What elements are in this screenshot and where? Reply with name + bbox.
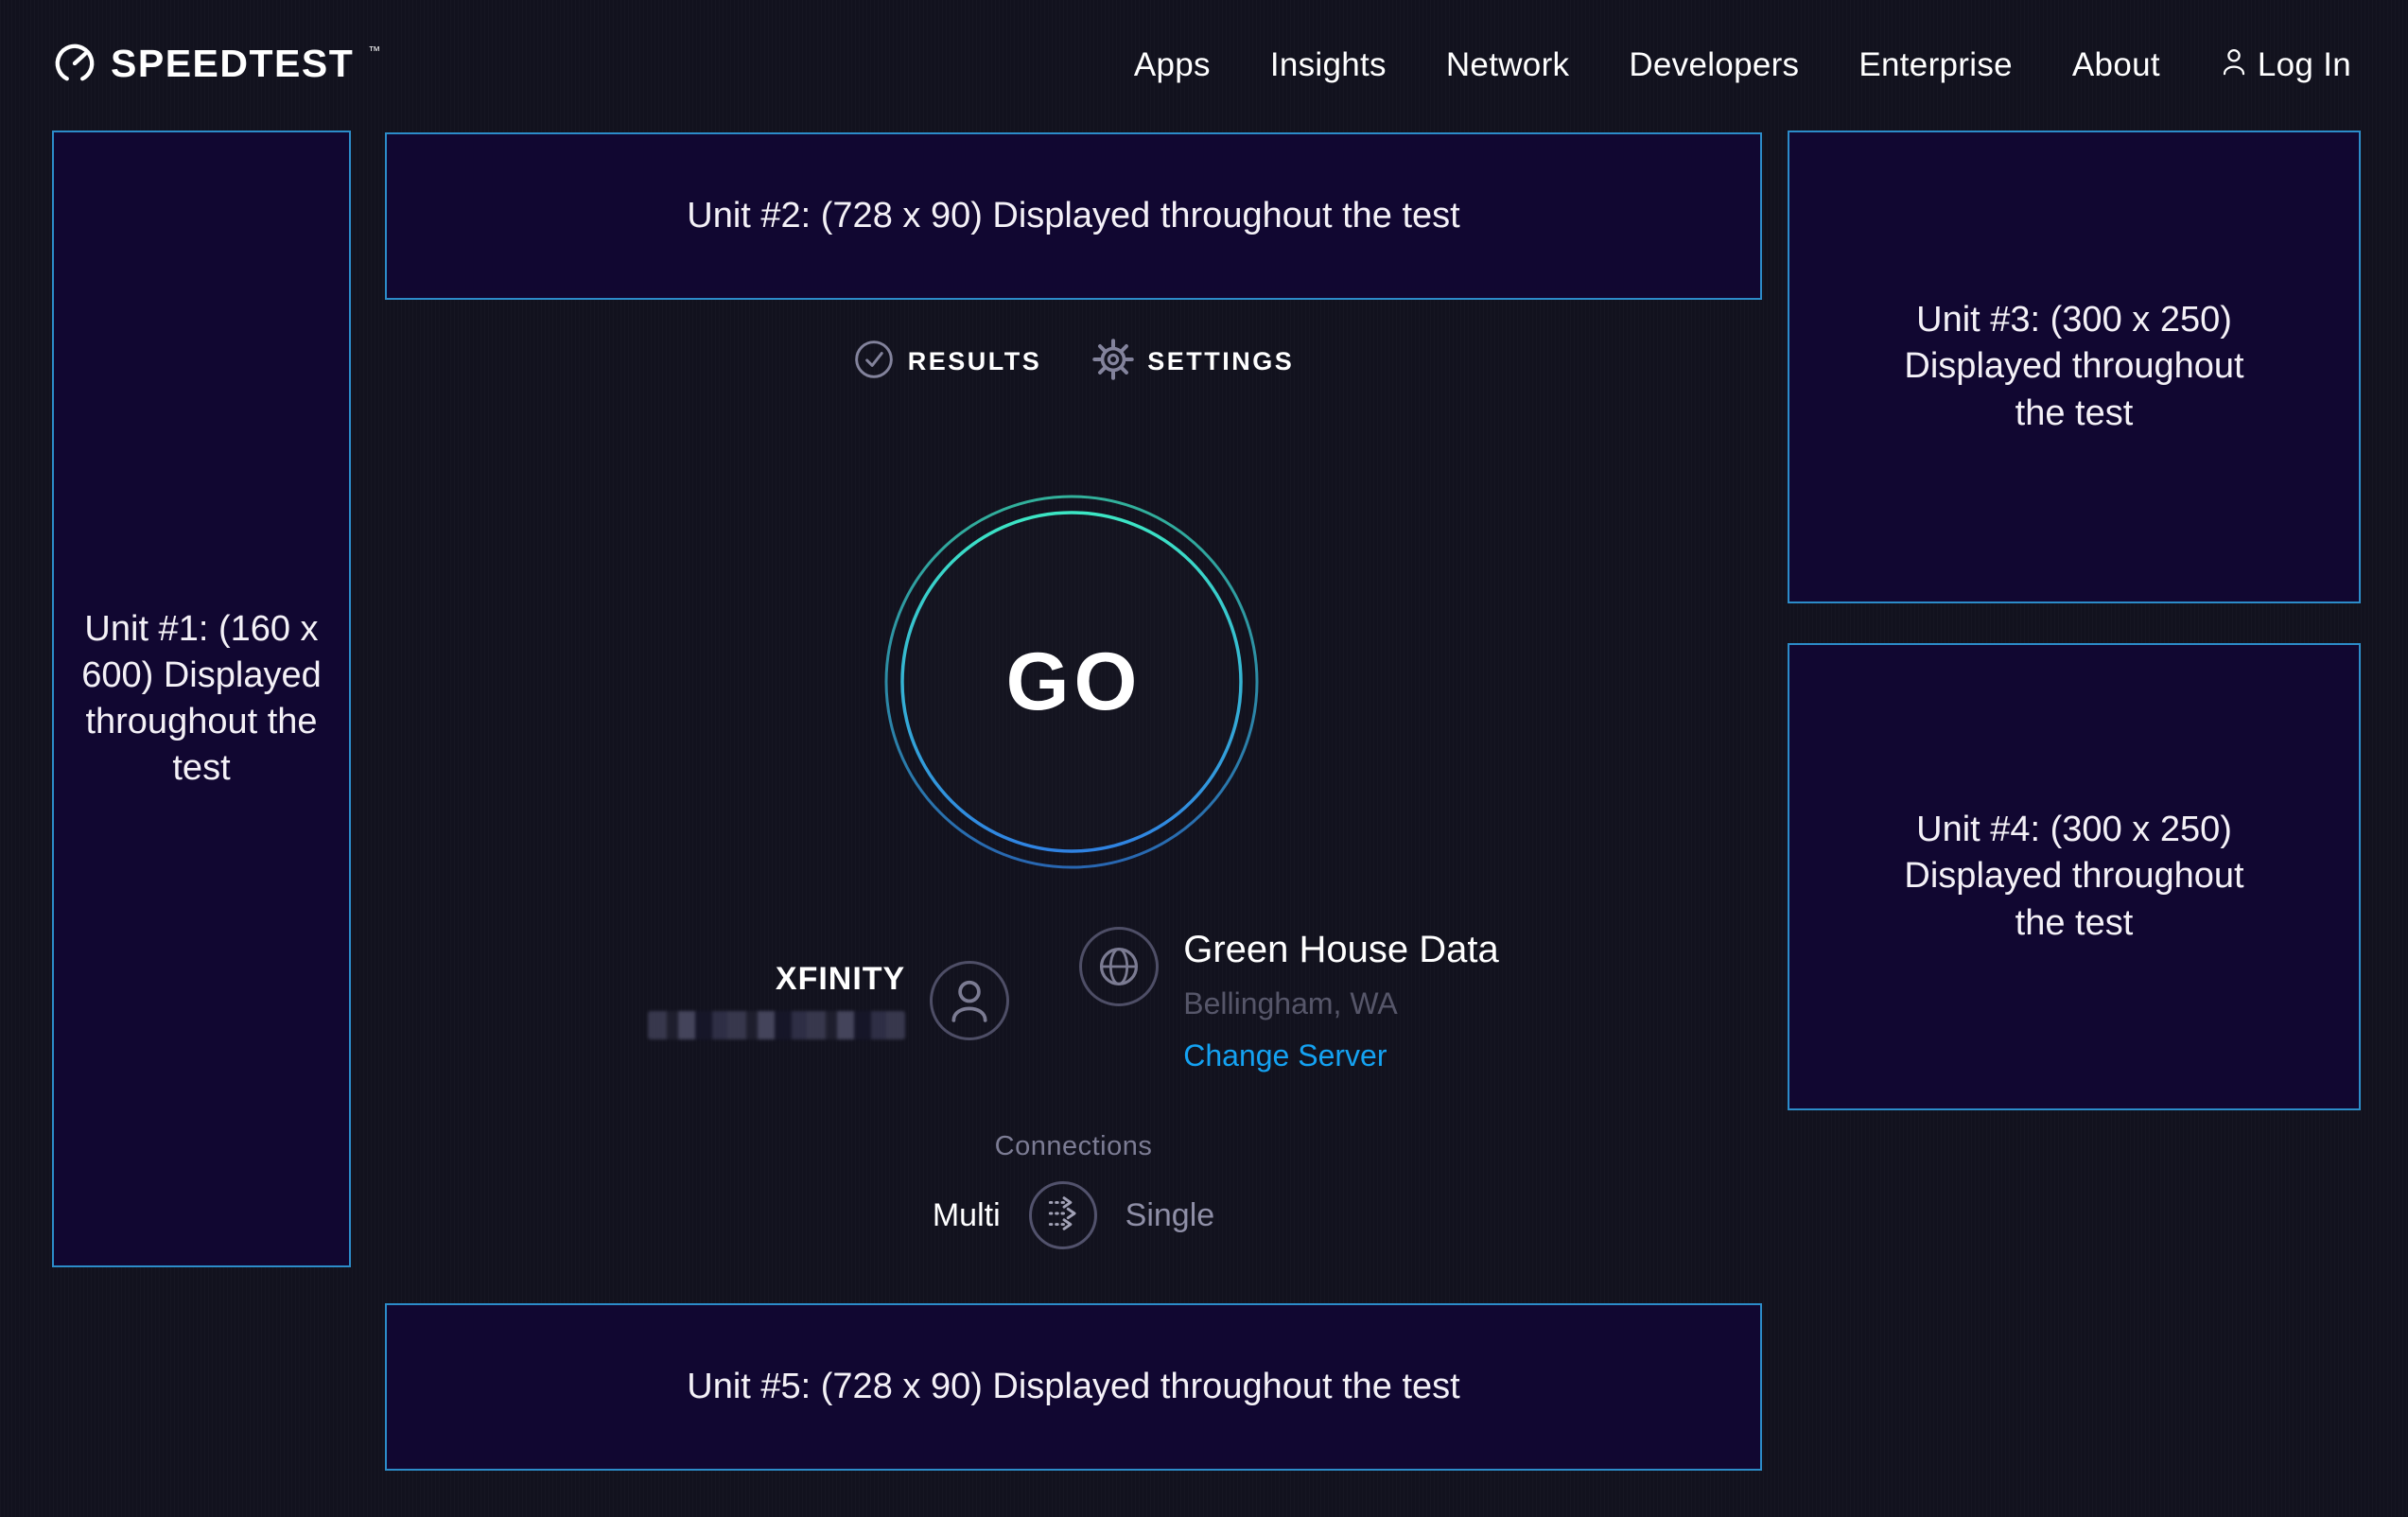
logo-text: SPEEDTEST [111,42,354,85]
nav-item-developers[interactable]: Developers [1629,46,1799,84]
check-circle-icon [853,339,895,385]
speedtest-page: SPEEDTEST ™ Apps Insights Network Develo… [0,0,2408,1517]
speedometer-icon [53,42,96,90]
tab-settings-label: SETTINGS [1147,347,1294,376]
connection-meta: XFINITY Green House Data Bellin [385,927,1762,1073]
server-location: Bellingham, WA [1183,986,1397,1021]
tab-results[interactable]: RESULTS [853,339,1042,385]
ad-unit-1[interactable]: Unit #1: (160 x 600) Displayed throughou… [52,131,351,1267]
user-icon [2220,46,2248,84]
connection-mode-multi[interactable]: Multi [933,1197,1001,1234]
connection-mode-toggle[interactable] [1029,1181,1097,1249]
globe-icon[interactable] [1079,927,1159,1006]
login-button[interactable]: Log In [2220,46,2351,84]
view-tabs: RESULTS [385,339,1762,385]
nav-item-network[interactable]: Network [1446,46,1569,84]
nav-item-apps[interactable]: Apps [1134,46,1211,84]
top-nav-bar: SPEEDTEST ™ Apps Insights Network Develo… [0,0,2408,131]
login-label: Log In [2258,46,2351,84]
main-nav: Apps Insights Network Developers Enterpr… [1134,46,2351,84]
go-button-label: GO [882,493,1261,871]
connections-section: Connections Multi Single [385,1131,1762,1249]
nav-item-about[interactable]: About [2072,46,2160,84]
user-avatar-icon[interactable] [930,961,1009,1040]
speedtest-logo[interactable]: SPEEDTEST ™ [53,42,380,90]
server-name: Green House Data [1183,929,1499,971]
connections-label: Connections [995,1131,1153,1162]
connection-mode-single[interactable]: Single [1125,1197,1215,1234]
ad-unit-2[interactable]: Unit #2: (728 x 90) Displayed throughout… [385,132,1762,300]
gear-icon [1092,339,1134,385]
isp-name: XFINITY [776,961,905,998]
go-button[interactable]: GO [882,493,1261,871]
nav-item-insights[interactable]: Insights [1270,46,1387,84]
ad-unit-5[interactable]: Unit #5: (728 x 90) Displayed throughout… [385,1303,1762,1471]
change-server-link[interactable]: Change Server [1183,1038,1387,1073]
ad-unit-4-text: Unit #4: (300 x 250) Displayed throughou… [1880,807,2268,946]
ad-unit-3-text: Unit #3: (300 x 250) Displayed throughou… [1880,297,2268,436]
ad-unit-2-text: Unit #2: (728 x 90) Displayed throughout… [687,193,1459,239]
ad-unit-3[interactable]: Unit #3: (300 x 250) Displayed throughou… [1788,131,2361,603]
ad-unit-1-text: Unit #1: (160 x 600) Displayed throughou… [77,606,326,792]
isp-block: XFINITY [648,927,1009,1073]
tab-results-label: RESULTS [908,347,1042,376]
nav-item-enterprise[interactable]: Enterprise [1858,46,2013,84]
server-block: Green House Data Bellingham, WA Change S… [1079,927,1499,1073]
ip-address-redacted [648,1011,905,1039]
logo-trademark: ™ [368,44,380,58]
multi-arrows-icon [1043,1194,1083,1238]
tab-settings[interactable]: SETTINGS [1092,339,1294,385]
ad-unit-4[interactable]: Unit #4: (300 x 250) Displayed throughou… [1788,643,2361,1110]
ad-unit-5-text: Unit #5: (728 x 90) Displayed throughout… [687,1364,1459,1410]
